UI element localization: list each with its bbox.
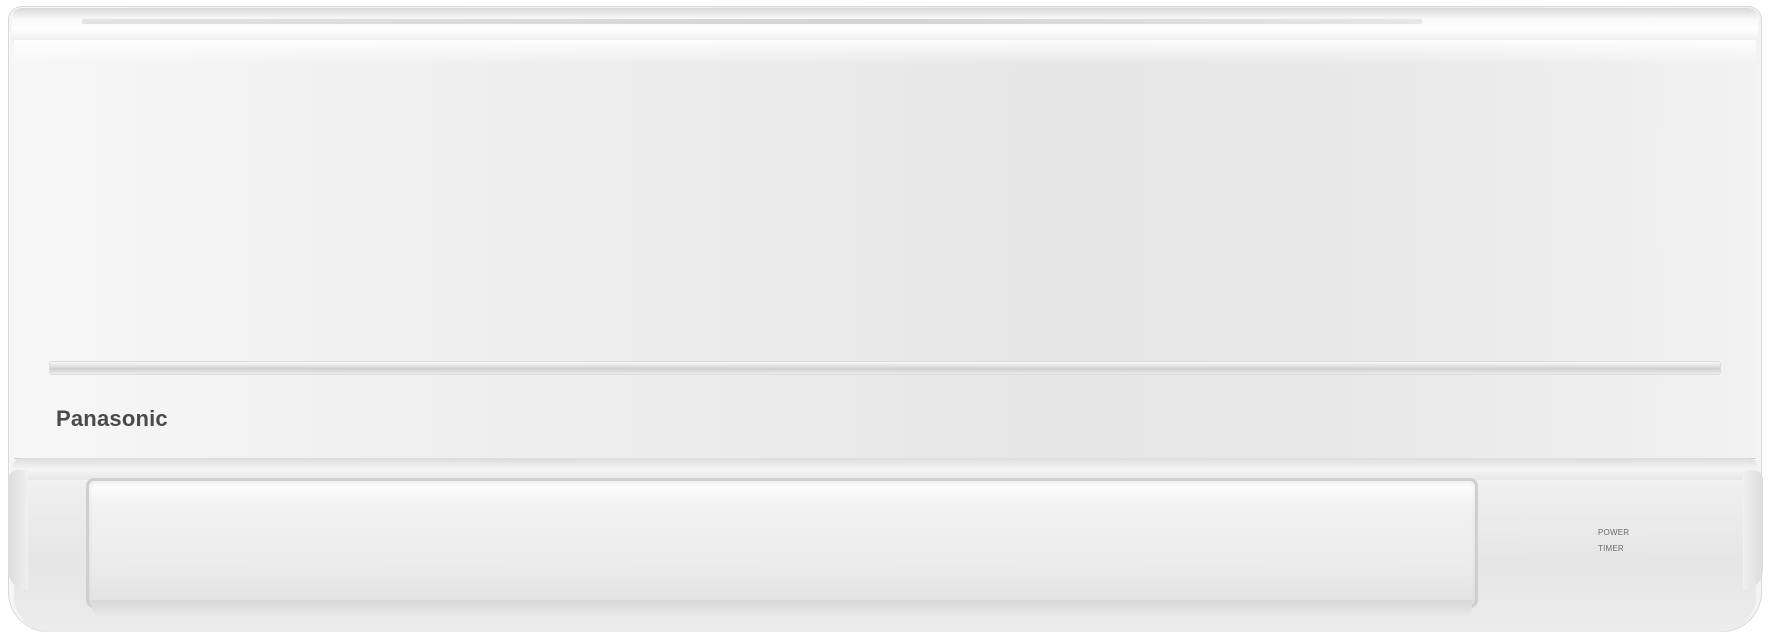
louver-bottom-edge [92, 600, 1472, 616]
right-end-cap [1743, 470, 1763, 590]
timer-indicator-label: TIMER [1598, 544, 1624, 553]
brand-logo: Panasonic [56, 406, 168, 431]
top-rim-groove [82, 19, 1422, 24]
power-indicator-label: POWER [1598, 528, 1630, 537]
left-end-cap [8, 470, 28, 590]
silver-accent-line [50, 362, 1720, 374]
air-outlet-louver [86, 478, 1478, 608]
front-panel [14, 40, 1756, 460]
air-conditioner-image: Panasonic POWER TIMER [0, 0, 1771, 641]
top-rim [12, 8, 1758, 42]
lower-lip [12, 458, 1758, 480]
